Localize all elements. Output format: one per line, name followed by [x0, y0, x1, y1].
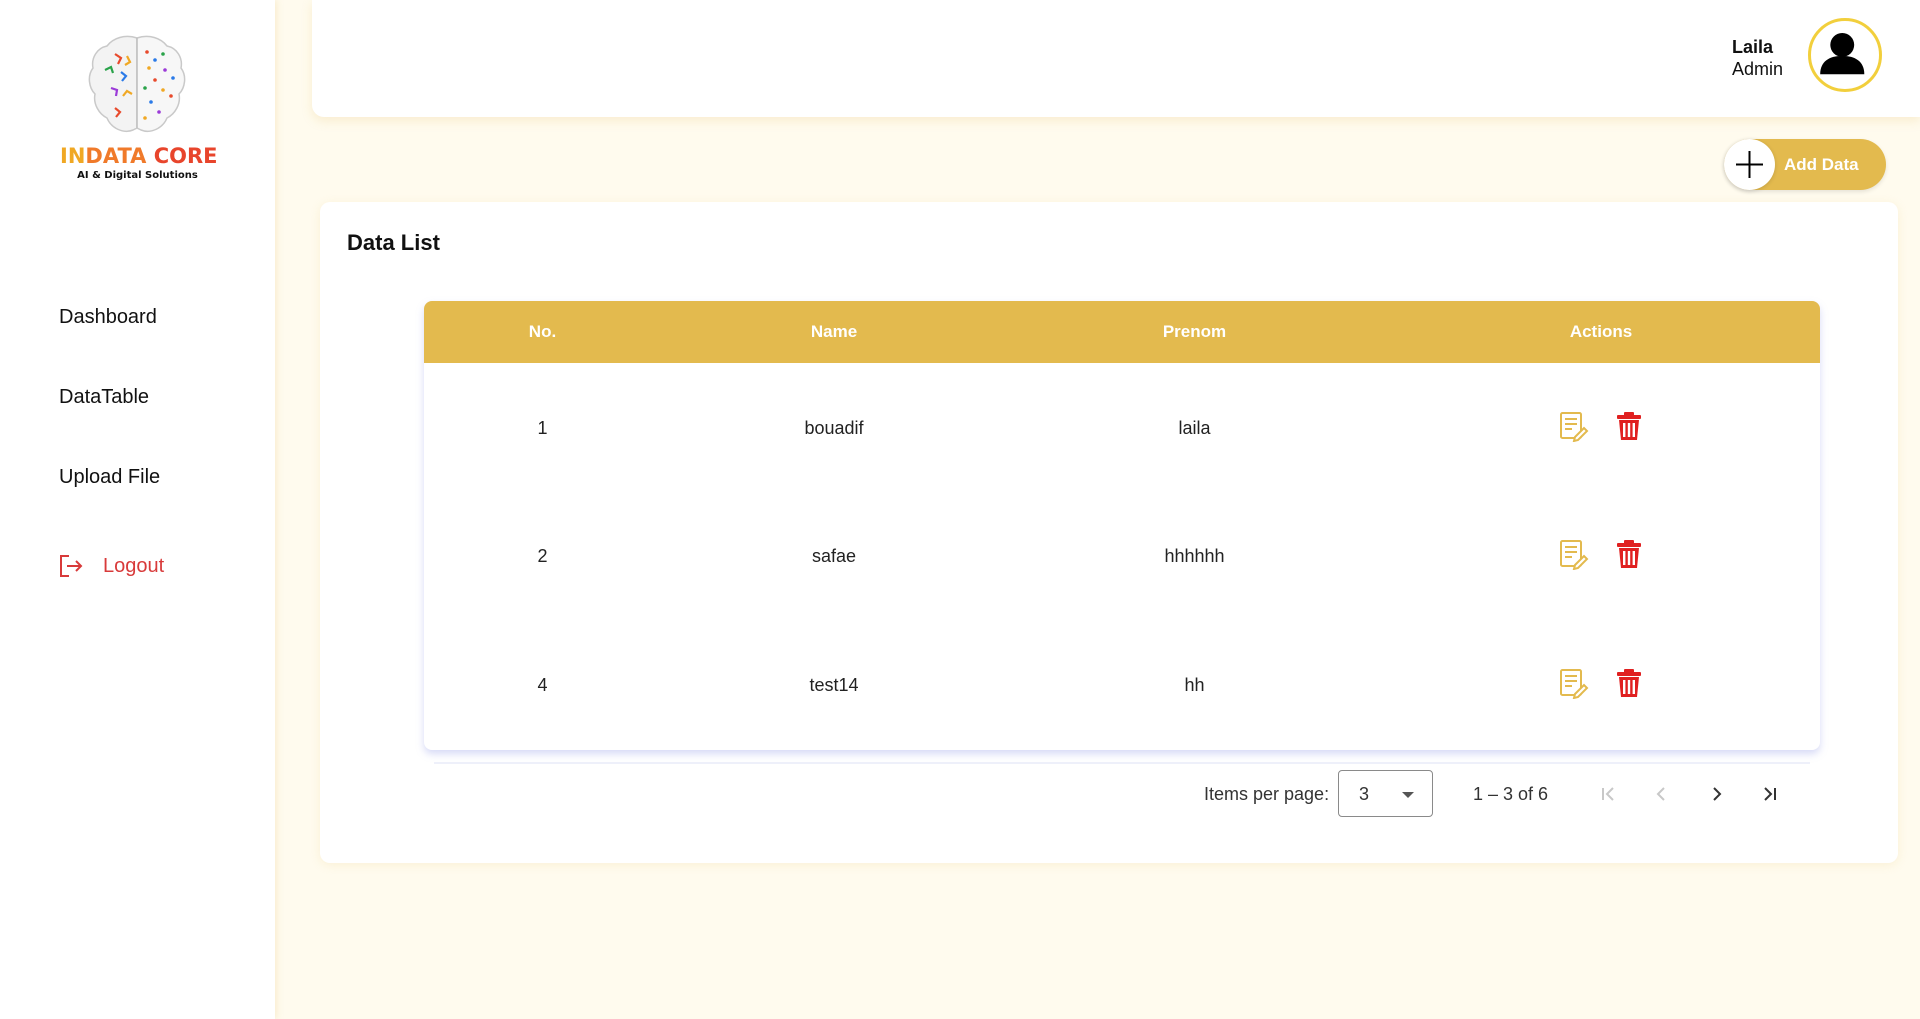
edit-icon[interactable] [1557, 538, 1589, 570]
paginator: Items per page: 3 1 – 3 of 6 [320, 770, 1898, 820]
next-page-button[interactable] [1700, 778, 1732, 810]
cell-no: 4 [537, 675, 548, 695]
first-page-button[interactable] [1592, 778, 1624, 810]
sidebar-item-upload-file[interactable]: Upload File [59, 460, 160, 540]
user-role: Admin [1731, 59, 1783, 79]
avatar[interactable] [1808, 18, 1882, 92]
edit-icon[interactable] [1557, 410, 1589, 442]
column-header-no[interactable]: No. [424, 301, 661, 363]
brand-logo: INDATA CORE AI & Digital Solutions [60, 32, 218, 182]
plus-icon [1724, 139, 1775, 190]
table-header-row: No. Name Prenom Actions [424, 301, 1820, 363]
add-data-button[interactable]: Add Data [1724, 139, 1886, 190]
cell-no: 1 [537, 418, 548, 438]
cell-name: safae [811, 546, 857, 566]
user-avatar-icon [1820, 32, 1865, 75]
sidebar: INDATA CORE AI & Digital Solutions Dashb… [0, 0, 275, 1019]
cell-actions [1382, 621, 1820, 750]
cell-actions [1382, 492, 1820, 621]
cell-name: bouadif [804, 418, 864, 438]
chevron-down-icon [1402, 792, 1414, 798]
items-per-page-value: 3 [1359, 784, 1370, 804]
items-per-page-label: Items per page: [1204, 784, 1330, 804]
brand-tagline: AI & Digital Solutions [77, 170, 198, 181]
column-header-prenom[interactable]: Prenom [1007, 301, 1382, 363]
delete-icon[interactable] [1613, 667, 1645, 699]
top-bar: Laila Admin [312, 0, 1920, 117]
user-name: Laila [1731, 37, 1773, 57]
cell-prenom: hh [1184, 675, 1205, 695]
cell-name: test14 [809, 675, 859, 695]
column-header-name[interactable]: Name [661, 301, 1007, 363]
table-row: 2 safae hhhhhh [424, 492, 1820, 621]
data-list-card: Data List No. Name Prenom Actions 1 boua… [320, 202, 1898, 863]
first-page-icon [1602, 787, 1614, 801]
previous-page-button[interactable] [1646, 778, 1678, 810]
table-footer-divider [434, 762, 1810, 764]
sidebar-item-datatable[interactable]: DataTable [59, 380, 160, 460]
column-header-actions: Actions [1569, 322, 1633, 341]
add-data-label: Add Data [1784, 155, 1859, 174]
logout-label: Logout [103, 554, 165, 577]
logout-button[interactable]: Logout [58, 553, 164, 579]
last-page-icon [1764, 787, 1776, 801]
edit-icon[interactable] [1557, 667, 1589, 699]
delete-icon[interactable] [1613, 538, 1645, 570]
cell-actions [1382, 363, 1820, 492]
page-title: Data List [347, 230, 440, 255]
sidebar-nav: Dashboard DataTable Upload File [59, 300, 160, 540]
table-row: 1 bouadif laila [424, 363, 1820, 492]
sidebar-item-dashboard[interactable]: Dashboard [59, 300, 160, 380]
data-table: No. Name Prenom Actions 1 bouadif laila [424, 301, 1820, 750]
table-row: 4 test14 hh [424, 621, 1820, 750]
brand-name: INDATA CORE [60, 144, 218, 168]
chevron-left-icon [1656, 787, 1665, 801]
logout-icon [60, 555, 83, 577]
brain-logo-icon [88, 35, 186, 132]
items-per-page-select[interactable]: 3 [1338, 770, 1433, 817]
cell-prenom: laila [1178, 418, 1211, 438]
user-info: Laila Admin [1732, 36, 1783, 80]
cell-no: 2 [537, 546, 548, 566]
cell-prenom: hhhhhh [1164, 546, 1225, 566]
chevron-right-icon [1713, 787, 1722, 801]
last-page-button[interactable] [1754, 778, 1786, 810]
page-range-label: 1 – 3 of 6 [1473, 784, 1549, 804]
delete-icon[interactable] [1613, 410, 1645, 442]
